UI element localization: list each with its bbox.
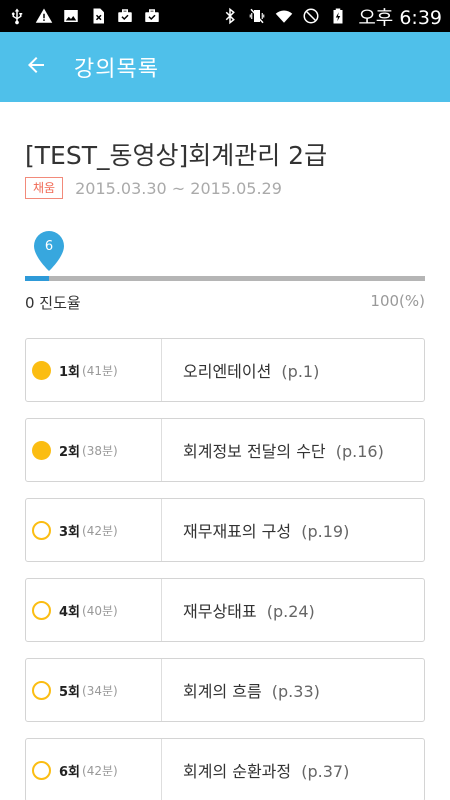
status-left-icons [8,7,161,25]
status-time: 오후 6:39 [358,6,442,29]
lesson-title-text: 회계의 흐름 [183,682,262,701]
lesson-card-4[interactable]: 4회 (40분) 재무상태표 (p.24) [25,578,425,642]
lesson-title-text: 재무재표의 구성 [183,522,292,541]
lesson-number: 6회 [59,764,81,780]
wifi-icon [275,7,293,25]
lesson-status-indicator [32,680,51,700]
lesson-duration: (42분) [82,763,118,778]
briefcase-check-icon [116,7,134,25]
lesson-card-1[interactable]: 1회 (41분) 오리엔테이션 (p.1) [25,338,425,402]
progress-section: 6 0 진도율 100(%) [25,230,425,320]
lesson-page: (p.19) [301,522,350,541]
sim-off-icon [89,7,107,25]
warning-icon [35,7,53,25]
progress-pin: 6 [33,230,65,272]
status-bar: 오후 6:39 [0,0,450,32]
lesson-page: (p.1) [281,362,320,381]
course-date-range: 2015.03.30 ~ 2015.05.29 [75,178,282,198]
progress-track [25,276,425,281]
app-bar-title: 강의목록 [74,57,159,82]
image-icon [62,7,80,25]
lesson-number: 1회 [59,364,81,380]
lesson-title-text: 회계의 순환과정 [183,762,292,781]
lesson-status-indicator [32,360,51,380]
lesson-card-6[interactable]: 6회 (42분) 회계의 순환과정 (p.37) [25,738,425,800]
lesson-number: 2회 [59,444,81,460]
course-badge: 채움 [25,177,64,199]
lesson-page: (p.24) [266,602,315,621]
lesson-duration: (42분) [82,523,118,538]
lesson-duration: (34분) [82,683,118,698]
lesson-meta: 1회 (41분) [26,339,162,401]
bluetooth-icon [221,7,239,25]
lesson-title-text: 회계정보 전달의 수단 [183,442,326,461]
lesson-number: 5회 [59,684,81,700]
lesson-title-text: 오리엔테이션 [183,362,272,381]
progress-value: 6 [44,239,54,254]
lesson-meta: 2회 (38분) [26,419,162,481]
progress-max-label: 100(%) [370,292,425,310]
lesson-title: 회계의 흐름 (p.33) [162,678,320,702]
lesson-status-indicator [32,760,51,780]
lesson-meta: 4회 (40분) [26,579,162,641]
vibrate-icon [248,7,266,25]
lesson-title: 오리엔테이션 (p.1) [162,358,319,382]
lesson-page: (p.33) [271,682,320,701]
lesson-page: (p.37) [301,762,350,781]
back-button[interactable] [6,32,66,102]
lesson-number: 3회 [59,524,81,540]
course-title: [TEST_동영상]회계관리 2급 [25,141,328,170]
lesson-number: 4회 [59,604,81,620]
lesson-duration: (38분) [82,443,118,458]
status-right-icons: 오후 6:39 [221,3,442,30]
lesson-page: (p.16) [335,442,384,461]
course-meta: 채움 2015.03.30 ~ 2015.05.29 [25,177,282,199]
lesson-status-indicator [32,520,51,540]
lesson-status-indicator [32,600,51,620]
lesson-status-indicator [32,440,51,460]
briefcase-check-icon [143,7,161,25]
lesson-card-2[interactable]: 2회 (38분) 회계정보 전달의 수단 (p.16) [25,418,425,482]
lesson-duration: (40분) [82,603,118,618]
lesson-duration: (41분) [82,363,118,378]
app-bar: 강의목록 [0,32,450,102]
lesson-title: 회계정보 전달의 수단 (p.16) [162,438,384,462]
arrow-left-icon [24,53,48,81]
lesson-list: 1회 (41분) 오리엔테이션 (p.1) 2회 (38분) 회계정보 전달의 … [25,338,425,800]
lesson-title: 회계의 순환과정 (p.37) [162,758,349,782]
progress-min-label: 0 진도율 [25,294,81,312]
lesson-meta: 6회 (42분) [26,739,162,800]
lesson-title: 재무상태표 (p.24) [162,598,315,622]
lesson-title: 재무재표의 구성 (p.19) [162,518,349,542]
lesson-card-5[interactable]: 5회 (34분) 회계의 흐름 (p.33) [25,658,425,722]
lesson-meta: 3회 (42분) [26,499,162,561]
battery-charging-icon [329,7,347,25]
lesson-meta: 5회 (34분) [26,659,162,721]
lesson-card-3[interactable]: 3회 (42분) 재무재표의 구성 (p.19) [25,498,425,562]
progress-fill [25,276,49,281]
usb-icon [8,7,26,25]
lesson-title-text: 재무상태표 [183,602,257,621]
no-disturb-icon [302,7,320,25]
